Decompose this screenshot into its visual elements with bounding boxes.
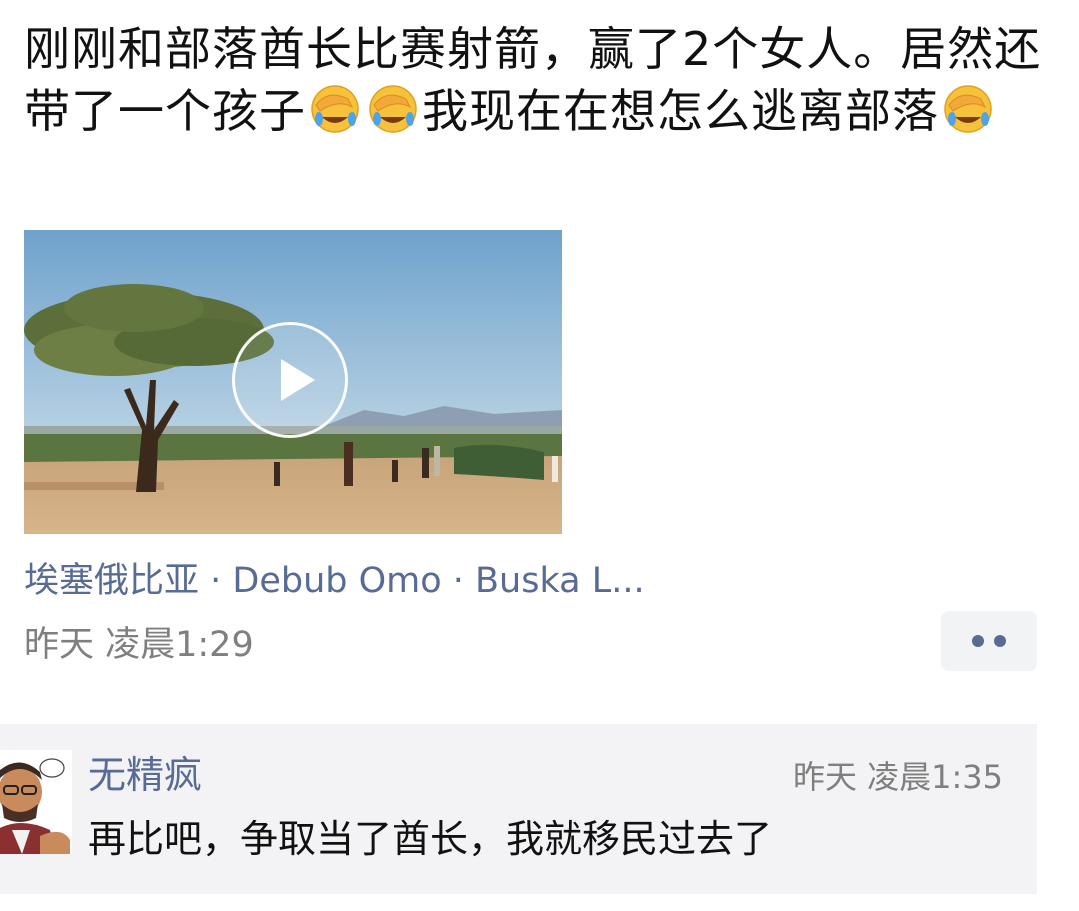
laughing-crying-emoji-icon xyxy=(366,81,420,135)
laughing-crying-emoji-icon xyxy=(941,81,995,135)
post-timestamp: 昨天 凌晨1:29 xyxy=(24,625,254,665)
post-text-part2: 我现在在想怎么逃离部落 xyxy=(422,84,939,138)
video-thumbnail[interactable] xyxy=(24,230,562,534)
location-link[interactable]: 埃塞俄比亚 · Debub Omo · Buska L... xyxy=(24,552,645,603)
avatar[interactable] xyxy=(0,750,72,854)
comment-section: 无精疯 昨天 凌晨1:35 再比吧，争取当了酋长，我就移民过去了 xyxy=(0,724,1037,894)
comment-text[interactable]: 再比吧，争取当了酋长，我就移民过去了 xyxy=(88,808,772,863)
laughing-crying-emoji-icon xyxy=(308,81,362,135)
more-dots-icon xyxy=(994,635,1006,647)
more-actions-button[interactable] xyxy=(941,611,1037,671)
post-text: 刚刚和部落酋长比赛射箭，赢了2个女人。居然还带了一个孩子 我现在在想怎么逃离部落 xyxy=(24,18,1044,142)
play-icon xyxy=(281,359,315,401)
comment-timestamp: 昨天 凌晨1:35 xyxy=(792,758,1003,796)
comment-author-link[interactable]: 无精疯 xyxy=(88,744,202,799)
moments-post: 刚刚和部落酋长比赛射箭，赢了2个女人。居然还带了一个孩子 我现在在想怎么逃离部落 xyxy=(0,0,1079,911)
play-button[interactable] xyxy=(232,322,348,438)
more-dots-icon xyxy=(972,635,984,647)
